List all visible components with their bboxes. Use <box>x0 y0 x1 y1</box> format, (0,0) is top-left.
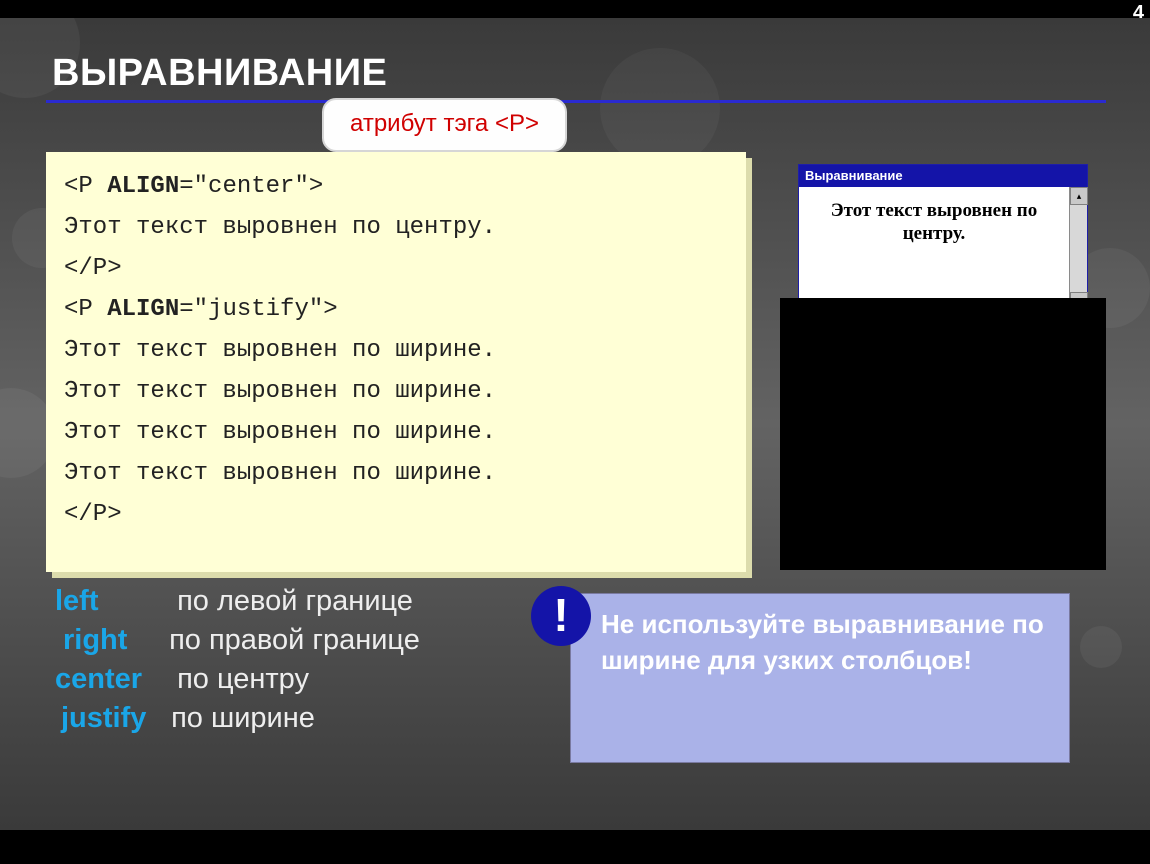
callout-text: атрибут тэга <box>350 110 495 137</box>
warning-text: Не используйте выравнивание по ширине дл… <box>601 609 1044 675</box>
code-txt: Этот текст выровнен по ширине. <box>64 378 496 405</box>
preview-body: Этот текст выровнен по центру. ▴ ▾ <box>799 187 1087 310</box>
align-key: right <box>55 621 161 660</box>
align-row-left: left по левой границе <box>55 582 420 621</box>
align-desc: по правой границе <box>169 624 420 656</box>
code-block: <P ALIGN="center"> Этот текст выровнен п… <box>46 152 746 572</box>
code-txt: </P> <box>64 501 122 528</box>
scroll-up-button[interactable]: ▴ <box>1070 187 1088 205</box>
align-key: center <box>55 660 169 699</box>
preview-window: Выравнивание Этот текст выровнен по цент… <box>798 164 1088 309</box>
code-txt: ="justify"> <box>179 296 337 323</box>
code-txt: Этот текст выровнен по ширине. <box>64 337 496 364</box>
black-placeholder <box>780 298 1106 570</box>
exclamation-icon: ! <box>553 592 568 638</box>
align-row-right: right по правой границе <box>55 621 420 660</box>
code-txt: Этот текст выровнен по ширине. <box>64 460 496 487</box>
align-key: left <box>55 582 169 621</box>
stage: 4 ВЫРАВНИВАНИЕ атрибут тэга <P> <P ALIGN… <box>0 0 1150 864</box>
align-desc: по ширине <box>171 702 315 734</box>
slide: ВЫРАВНИВАНИЕ атрибут тэга <P> <P ALIGN="… <box>0 18 1150 830</box>
warning-box: Не используйте выравнивание по ширине дл… <box>570 593 1070 763</box>
preview-content: Этот текст выровнен по центру. <box>799 187 1069 310</box>
code-bold: ALIGN <box>107 296 179 323</box>
code-txt: Этот текст выровнен по ширине. <box>64 419 496 446</box>
title-rule <box>46 100 1106 103</box>
code-txt: Этот текст выровнен по центру. <box>64 214 496 241</box>
align-key: justify <box>55 699 163 738</box>
code-txt: <P <box>64 296 107 323</box>
code-txt: <P <box>64 173 107 200</box>
bokeh-dot <box>600 48 720 168</box>
callout-tag: <P> <box>495 110 539 137</box>
warning-icon: ! <box>531 586 591 646</box>
code-bold: ALIGN <box>107 173 179 200</box>
scrollbar[interactable]: ▴ ▾ <box>1069 187 1087 310</box>
align-desc: по левой границе <box>177 585 413 617</box>
callout-attr-p: атрибут тэга <P> <box>322 98 567 152</box>
code-txt: ="center"> <box>179 173 323 200</box>
align-desc: по центру <box>177 663 309 695</box>
align-row-center: center по центру <box>55 660 420 699</box>
align-row-justify: justify по ширине <box>55 699 420 738</box>
code-content: <P ALIGN="center"> Этот текст выровнен п… <box>46 152 746 572</box>
preview-titlebar: Выравнивание <box>799 165 1087 187</box>
align-options-list: left по левой границе right по правой гр… <box>55 582 420 738</box>
slide-title: ВЫРАВНИВАНИЕ <box>52 52 387 95</box>
code-txt: </P> <box>64 255 122 282</box>
bokeh-dot <box>1080 626 1122 668</box>
